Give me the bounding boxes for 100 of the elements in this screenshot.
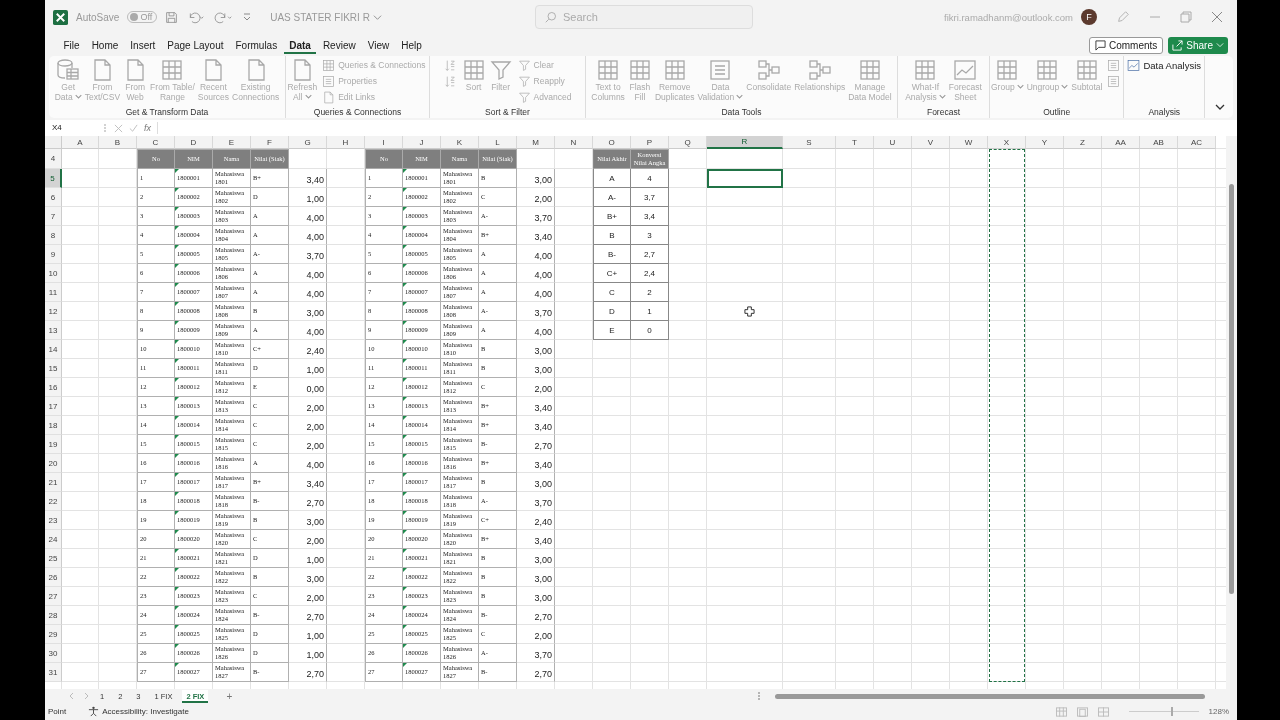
add-sheet-button[interactable]: +	[226, 690, 233, 702]
search-field[interactable]: Search	[535, 5, 753, 29]
comments-button[interactable]: Comments	[1088, 36, 1164, 54]
close-icon[interactable]	[1211, 11, 1223, 23]
enter-icon[interactable]	[129, 123, 138, 133]
selected-cell[interactable]	[707, 169, 783, 188]
status-mode: Point	[48, 707, 67, 716]
row-header[interactable]: 5	[45, 169, 62, 188]
menu-tab[interactable]: Review	[317, 36, 362, 54]
vertical-scrollbar[interactable]	[1226, 136, 1237, 689]
column-header[interactable]: Z	[1064, 136, 1102, 149]
column-header[interactable]: B	[99, 136, 137, 149]
column-header[interactable]: AB	[1140, 136, 1178, 149]
row-header[interactable]: 16	[45, 378, 62, 397]
menu-tab[interactable]: File	[58, 36, 86, 54]
collapse-ribbon-icon[interactable]	[1215, 102, 1225, 112]
column-header[interactable]: Y	[1026, 136, 1064, 149]
row-header[interactable]: 30	[45, 644, 62, 663]
menu-tab[interactable]: Page Layout	[161, 36, 229, 54]
row-header[interactable]: 14	[45, 340, 62, 359]
table-cell: 2	[631, 283, 669, 302]
row-header[interactable]: 29	[45, 625, 62, 644]
page-break-icon[interactable]	[1097, 706, 1109, 717]
row-header[interactable]: 6	[45, 188, 62, 207]
zoom-level[interactable]: 128%	[1208, 707, 1229, 716]
column-header[interactable]: G	[289, 136, 327, 149]
column-header[interactable]: R	[707, 136, 783, 149]
row-header[interactable]: 19	[45, 435, 62, 454]
row-header[interactable]: 7	[45, 207, 62, 226]
row-header[interactable]: 13	[45, 321, 62, 340]
column-header[interactable]: T	[836, 136, 874, 149]
column-header[interactable]: D	[175, 136, 213, 149]
column-header[interactable]: L	[479, 136, 517, 149]
column-header[interactable]: I	[365, 136, 403, 149]
row-header[interactable]: 18	[45, 416, 62, 435]
name-box[interactable]: X4	[50, 122, 96, 134]
column-header[interactable]: S	[783, 136, 836, 149]
pen-icon[interactable]	[1116, 10, 1130, 24]
next-sheet-icon[interactable]	[82, 692, 90, 700]
column-header[interactable]: AC	[1178, 136, 1216, 149]
accessibility-button[interactable]: Accessibility: Investigate	[88, 706, 189, 717]
normal-view-icon[interactable]	[1055, 706, 1067, 717]
more-icon[interactable]	[102, 123, 108, 133]
menu-tab[interactable]: Data	[283, 36, 317, 54]
column-header[interactable]: W	[950, 136, 988, 149]
previous-sheet-icon[interactable]	[68, 692, 76, 700]
menu-tab[interactable]: Formulas	[230, 36, 283, 54]
cancel-icon[interactable]	[114, 123, 123, 133]
row-header[interactable]: 31	[45, 663, 62, 682]
menu-tab[interactable]: Home	[86, 36, 124, 54]
row-header[interactable]: 26	[45, 568, 62, 587]
row-header[interactable]: 22	[45, 492, 62, 511]
column-header[interactable]: P	[631, 136, 669, 149]
row-header[interactable]: 21	[45, 473, 62, 492]
row-header[interactable]: 15	[45, 359, 62, 378]
column-header[interactable]: O	[593, 136, 631, 149]
table-cell: B+	[593, 207, 631, 226]
menu-tab[interactable]: View	[362, 36, 395, 54]
column-header[interactable]: N	[555, 136, 593, 149]
share-button[interactable]: Share	[1168, 36, 1228, 54]
column-header[interactable]: F	[251, 136, 289, 149]
select-all-button[interactable]	[45, 136, 62, 149]
save-icon[interactable]	[165, 10, 179, 24]
column-header[interactable]: C	[137, 136, 175, 149]
column-header[interactable]: K	[441, 136, 479, 149]
customize-icon[interactable]	[242, 12, 253, 22]
column-header[interactable]: Q	[669, 136, 707, 149]
column-header[interactable]: A	[62, 136, 99, 149]
row-header[interactable]: 11	[45, 283, 62, 302]
row-header[interactable]: 10	[45, 264, 62, 283]
row-header[interactable]: 27	[45, 587, 62, 606]
row-header[interactable]: 23	[45, 511, 62, 530]
menu-tab[interactable]: Help	[395, 36, 428, 54]
diagram-icon	[756, 58, 781, 82]
menu-tab[interactable]: Insert	[124, 36, 161, 54]
restore-icon[interactable]	[1180, 11, 1192, 23]
table-cell: 3,00	[517, 568, 555, 587]
row-header[interactable]: 28	[45, 606, 62, 625]
table-cell: 3,7	[631, 188, 669, 207]
more-icon[interactable]	[757, 691, 761, 701]
row-header[interactable]: 8	[45, 226, 62, 245]
column-header[interactable]: V	[912, 136, 950, 149]
row-header[interactable]: 25	[45, 549, 62, 568]
column-header[interactable]: J	[403, 136, 441, 149]
page-layout-icon[interactable]	[1076, 706, 1088, 717]
column-header[interactable]: AA	[1102, 136, 1140, 149]
column-header[interactable]: X	[988, 136, 1026, 149]
row-header[interactable]: 4	[45, 149, 62, 169]
column-header[interactable]: E	[213, 136, 251, 149]
row-header[interactable]: 24	[45, 530, 62, 549]
row-header[interactable]: 9	[45, 245, 62, 264]
row-header[interactable]: 17	[45, 397, 62, 416]
ribbon-button[interactable]: Data Analysis	[1127, 58, 1201, 72]
insert-function-button[interactable]: fx	[144, 123, 151, 133]
column-header[interactable]: M	[517, 136, 555, 149]
row-header[interactable]: 12	[45, 302, 62, 321]
column-header[interactable]: H	[327, 136, 365, 149]
avatar[interactable]: F	[1081, 9, 1097, 25]
column-header[interactable]: U	[874, 136, 912, 149]
row-header[interactable]: 20	[45, 454, 62, 473]
